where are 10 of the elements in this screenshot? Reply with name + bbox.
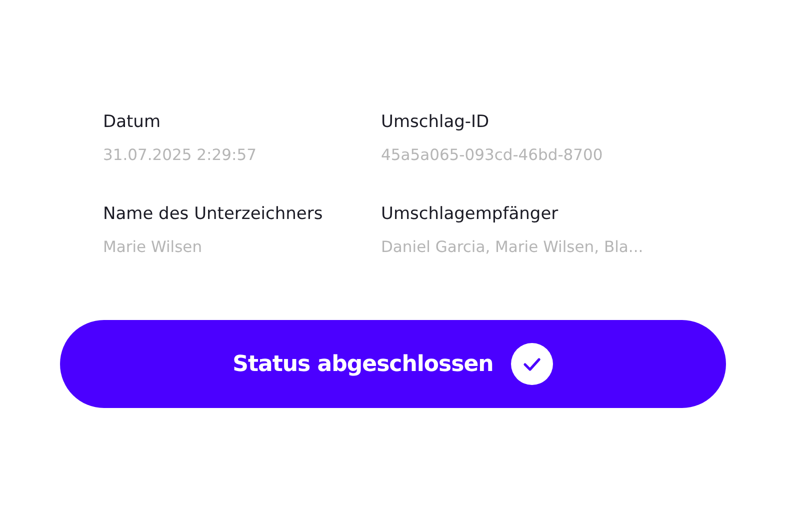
- field-label: Datum: [103, 111, 162, 134]
- field-label: Name des Unterzeichners: [103, 203, 324, 226]
- field-value: Daniel Garcia, Marie Wilsen, Bla...: [381, 237, 644, 258]
- field-value: 31.07.2025 2:29:57: [103, 145, 258, 166]
- field-value: 45a5a065-093cd-46bd-8700: [381, 145, 604, 166]
- status-button[interactable]: Status abgeschlossen: [60, 320, 726, 408]
- field-label: Umschlagempfänger: [381, 203, 560, 226]
- field-label: Umschlag-ID: [381, 111, 490, 134]
- field-value: Marie Wilsen: [103, 237, 204, 258]
- status-label: Status abgeschlossen: [232, 350, 494, 378]
